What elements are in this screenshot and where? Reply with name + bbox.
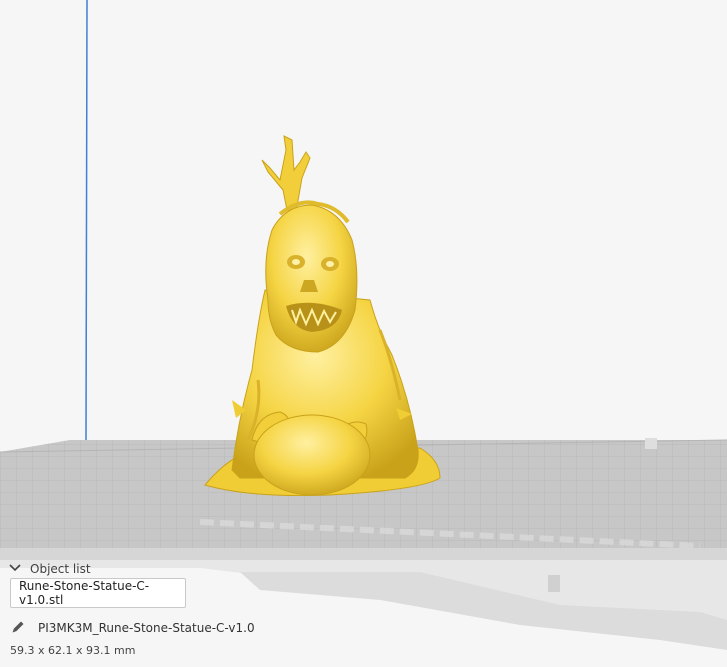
pencil-icon[interactable] bbox=[10, 619, 26, 638]
object-list-label: Object list bbox=[30, 562, 91, 576]
job-name-row: PI3MK3M_Rune-Stone-Statue-C-v1.0 bbox=[10, 618, 255, 638]
chevron-down-icon[interactable] bbox=[8, 561, 22, 578]
object-list-header[interactable]: Object list bbox=[8, 560, 91, 578]
job-name[interactable]: PI3MK3M_Rune-Stone-Statue-C-v1.0 bbox=[38, 621, 255, 635]
object-dimensions: 59.3 x 62.1 x 93.1 mm bbox=[10, 644, 136, 657]
object-name: Rune-Stone-Statue-C-v1.0.stl bbox=[19, 579, 150, 607]
object-list-panel: Object list Rune-Stone-Statue-C-v1.0.stl… bbox=[0, 556, 727, 667]
object-list-item[interactable]: Rune-Stone-Statue-C-v1.0.stl bbox=[10, 578, 186, 608]
z-axis-line bbox=[85, 0, 88, 441]
